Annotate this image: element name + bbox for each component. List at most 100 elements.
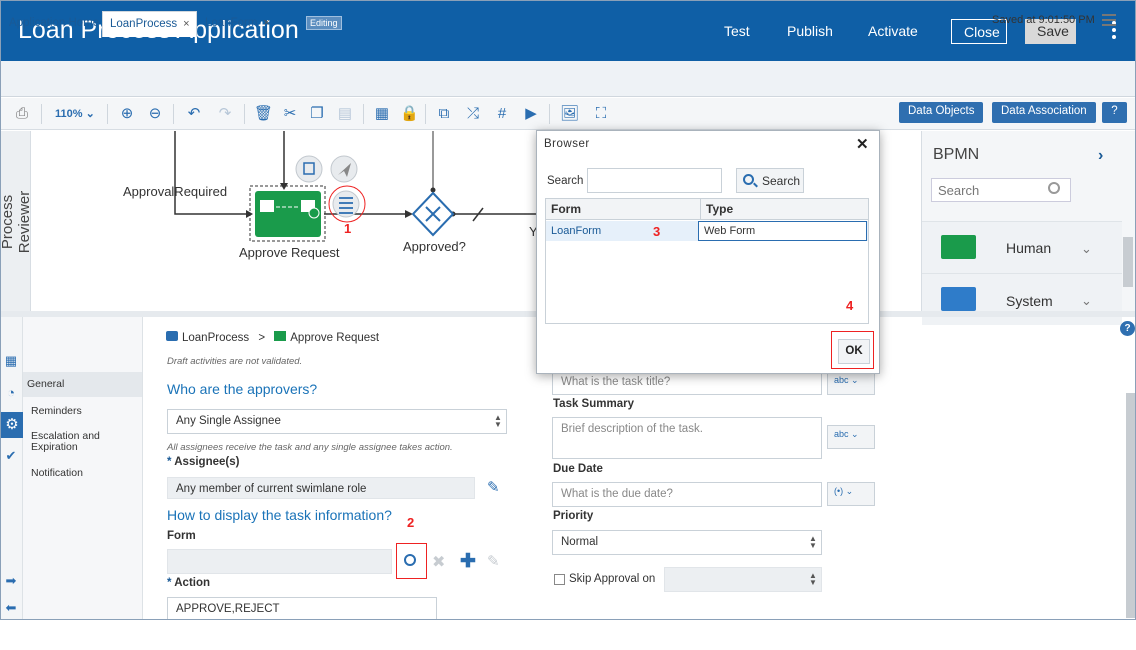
due-date-label: Due Date xyxy=(553,463,603,475)
zoom-value: 110% xyxy=(55,108,83,120)
cell-form-name[interactable]: LoanForm xyxy=(551,225,601,237)
palette-title: BPMN xyxy=(933,146,980,163)
select-spinner-icon[interactable]: ▲ ▼ xyxy=(491,414,505,429)
nav-item-escalation[interactable]: Escalation and Expiration xyxy=(31,431,101,453)
dialog-search-input[interactable] xyxy=(587,168,722,193)
annotation-number-2: 2 xyxy=(407,515,415,530)
tab-menu-icon[interactable] xyxy=(1102,14,1116,26)
palette-item-label: System xyxy=(1006,293,1053,309)
tab-loanform[interactable]: LoanForm × xyxy=(198,11,277,37)
action-label: * Action xyxy=(167,577,211,589)
add-plus-icon[interactable]: ✚ xyxy=(460,550,476,573)
tab-close-icon[interactable]: × xyxy=(183,18,189,30)
priority-select[interactable]: Normal xyxy=(552,530,822,555)
arrow-right-icon[interactable]: ➡ xyxy=(4,574,18,588)
edit-pencil-icon[interactable]: ✎ xyxy=(487,478,500,496)
undo-icon[interactable]: ↶ xyxy=(185,106,203,122)
zoom-select[interactable]: 110% ⌄ xyxy=(55,107,95,120)
task-user-icon xyxy=(260,200,274,212)
select-spinner-icon[interactable]: ▲ ▼ xyxy=(806,572,820,587)
data-association-button[interactable]: Data Association xyxy=(992,102,1096,123)
assignee-type-select[interactable]: Any Single Assignee xyxy=(167,409,507,434)
chevron-down-icon[interactable]: ⌄ xyxy=(1081,293,1092,309)
grid-icon[interactable]: ▦ xyxy=(373,106,391,122)
cell-form-type[interactable]: Web Form xyxy=(698,221,867,241)
system-task-icon xyxy=(941,287,976,311)
play-icon[interactable]: ▶ xyxy=(522,106,540,122)
expression-token-button[interactable]: (•) ⌄ xyxy=(827,482,875,506)
settings-gear-icon[interactable]: ⚙ xyxy=(1,412,23,438)
column-header-type[interactable]: Type xyxy=(706,202,733,216)
close-icon[interactable]: ✕ xyxy=(856,135,869,153)
print-icon[interactable]: ⎙ xyxy=(13,106,31,122)
hash-icon[interactable]: # xyxy=(493,106,511,122)
toolbar-divider xyxy=(173,104,174,124)
validate-check-icon[interactable]: ✔ xyxy=(4,449,18,463)
abc-token-button[interactable]: abc ⌄ xyxy=(827,425,875,449)
assignees-label: * Assignee(s) xyxy=(167,456,240,468)
comment-icon[interactable]: ◔ xyxy=(4,386,18,400)
activate-link[interactable]: Activate xyxy=(868,23,918,39)
chevron-right-icon[interactable]: › xyxy=(1098,147,1103,165)
nav-item-reminders[interactable]: Reminders xyxy=(31,405,82,417)
assignees-field[interactable]: Any member of current swimlane role xyxy=(167,477,475,499)
breadcrumb: LoanProcess > Approve Request xyxy=(166,331,379,344)
publish-link[interactable]: Publish xyxy=(787,23,833,39)
tab-application-home[interactable]: Application Home xyxy=(2,11,106,37)
action-field[interactable]: APPROVE,REJECT xyxy=(167,597,437,619)
connect-node-icon xyxy=(330,155,358,183)
help-button[interactable]: ? xyxy=(1102,102,1127,123)
toolbar-divider xyxy=(425,104,426,124)
search-icon[interactable] xyxy=(1048,182,1060,194)
priority-label: Priority xyxy=(553,510,594,522)
form-search-icon[interactable] xyxy=(404,554,416,566)
select-spinner-icon[interactable]: ▲ ▼ xyxy=(806,535,820,550)
annotation-number-4: 4 xyxy=(846,298,854,313)
image-icon[interactable]: 🖼 xyxy=(560,106,579,122)
grid-view-icon[interactable]: ▦ xyxy=(4,354,18,368)
image-edit-icon[interactable]: ⛶ xyxy=(592,106,610,122)
properties-scrollbar[interactable] xyxy=(1126,393,1135,618)
help-icon[interactable]: ? xyxy=(1120,321,1135,336)
shuffle-icon[interactable]: ⤮ xyxy=(464,106,482,122)
zoom-out-icon[interactable]: ⊖ xyxy=(146,106,164,122)
ok-button[interactable]: OK xyxy=(838,339,870,364)
test-link[interactable]: Test xyxy=(724,23,750,39)
toolbar-divider xyxy=(363,104,364,124)
arrange-icon[interactable]: ⧉ xyxy=(435,106,453,122)
toolbar-divider xyxy=(107,104,108,124)
cut-icon[interactable]: ✂ xyxy=(281,106,299,122)
palette-item-label: Human xyxy=(1006,240,1052,256)
abc-token-button[interactable]: abc ⌄ xyxy=(827,371,875,395)
approval-required-flow xyxy=(174,131,246,215)
editing-badge: Editing xyxy=(306,16,342,30)
zoom-in-icon[interactable]: ⊕ xyxy=(118,106,136,122)
palette-scrollbar[interactable] xyxy=(1123,237,1133,287)
form-field[interactable] xyxy=(167,549,392,574)
column-header-form[interactable]: Form xyxy=(551,202,581,216)
chevron-down-icon[interactable]: ⌄ xyxy=(1081,241,1092,257)
lock-icon: 🔒 xyxy=(400,105,419,122)
approval-required-label: ApprovalRequired xyxy=(123,184,228,199)
nav-item-general[interactable]: General xyxy=(23,372,142,397)
tab-loanprocess[interactable]: LoanProcess × xyxy=(102,11,197,37)
saved-status: Saved at 9:01:50 PM xyxy=(992,14,1095,26)
skip-approval-checkbox[interactable] xyxy=(554,574,565,585)
breadcrumb-leaf: Approve Request xyxy=(290,332,380,344)
tab-label: LoanProcess xyxy=(110,18,178,30)
skip-approval-select[interactable] xyxy=(664,567,822,592)
delete-icon[interactable]: 🗑 xyxy=(254,106,273,122)
data-objects-button[interactable]: Data Objects xyxy=(899,102,984,123)
task-title-input[interactable]: What is the task title? xyxy=(552,371,822,395)
tab-close-icon[interactable]: × xyxy=(263,17,269,29)
task-check-icon xyxy=(308,207,320,219)
task-summary-input[interactable]: Brief description of the task. xyxy=(552,417,822,459)
edit-form-icon: ✎ xyxy=(487,553,500,570)
paste-icon: ▤ xyxy=(337,105,353,122)
nav-item-notification[interactable]: Notification xyxy=(31,467,83,479)
annotation-number-1: 1 xyxy=(344,221,352,236)
copy-icon[interactable]: ❐ xyxy=(308,106,326,122)
due-date-input[interactable]: What is the due date? xyxy=(552,482,822,507)
breadcrumb-root[interactable]: LoanProcess xyxy=(182,332,249,344)
arrow-left-icon[interactable]: ⬅ xyxy=(4,601,18,615)
